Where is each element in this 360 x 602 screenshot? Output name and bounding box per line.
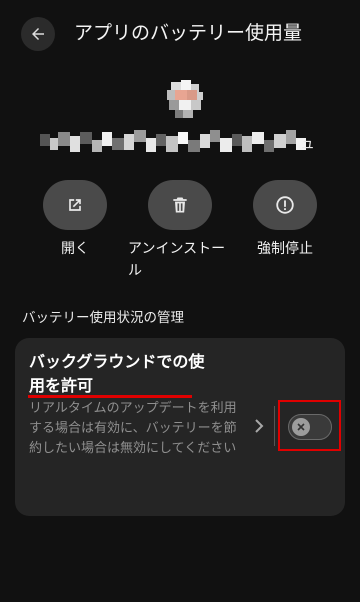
app-name-visible-text: ュ: [300, 134, 316, 152]
force-stop-button[interactable]: [253, 180, 317, 230]
open-external-icon: [69, 199, 81, 211]
annotation-highlight-box: [278, 400, 341, 451]
force-stop-action[interactable]: 強制停止: [240, 180, 330, 260]
open-button[interactable]: [43, 180, 107, 230]
background-usage-title: バックグラウンドでの使用を許可: [29, 352, 205, 395]
trash-icon: [173, 197, 187, 213]
uninstall-action[interactable]: アンインストール: [124, 180, 236, 282]
back-button[interactable]: [21, 17, 55, 51]
divider: [274, 406, 275, 446]
uninstall-label: アンインストール: [128, 241, 226, 279]
open-action[interactable]: 開く: [30, 180, 120, 260]
open-label: 開く: [61, 241, 89, 257]
force-stop-label: 強制停止: [257, 241, 313, 257]
app-name-redacted: [40, 130, 306, 152]
arrow-left-icon: [32, 28, 44, 40]
uninstall-button[interactable]: [148, 180, 212, 230]
page-title: アプリのバッテリー使用量: [74, 22, 303, 44]
annotation-underline: [28, 395, 192, 398]
chevron-right-icon[interactable]: [251, 416, 267, 436]
background-usage-description: リアルタイムのアップデートを利用する場合は有効に、バッテリーを節約したい場合は無…: [29, 401, 237, 456]
alert-circle-icon: [276, 196, 294, 214]
battery-management-header: バッテリー使用状況の管理: [22, 310, 184, 326]
app-icon: [167, 80, 203, 118]
